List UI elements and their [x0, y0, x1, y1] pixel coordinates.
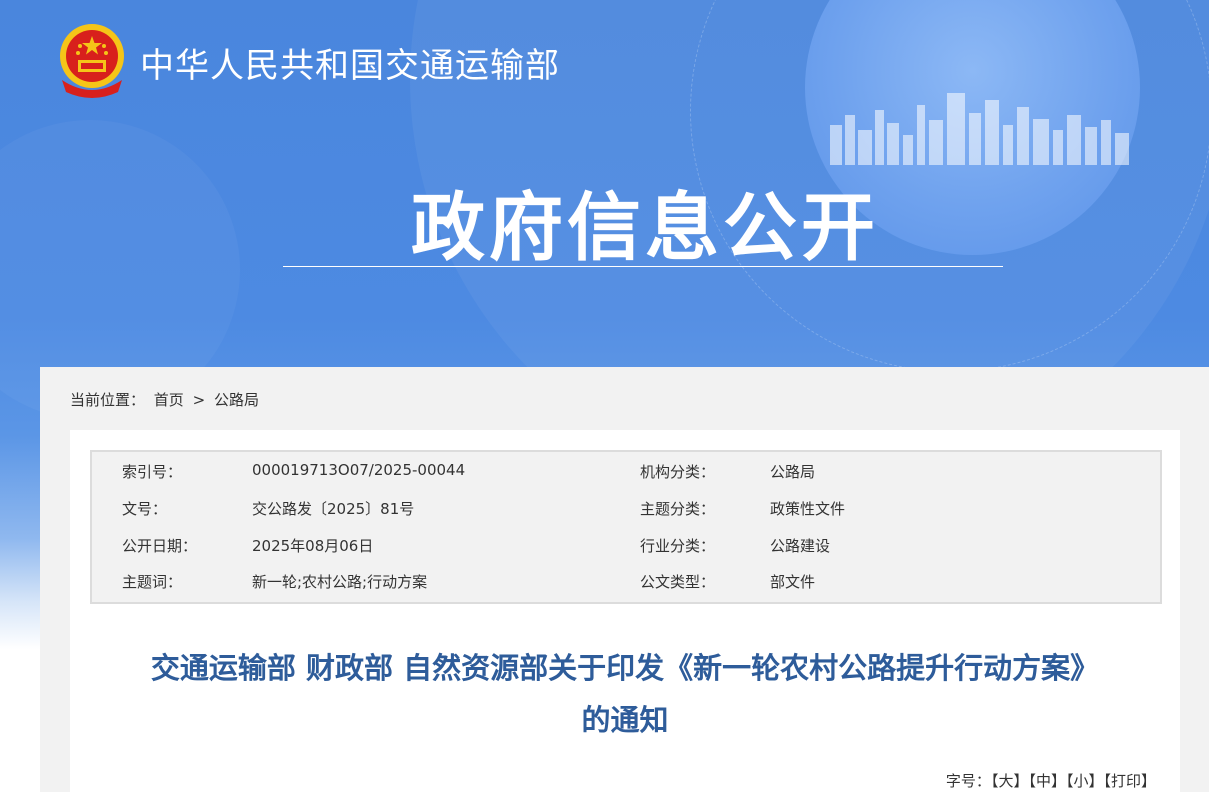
meta-label: 主题分类：	[640, 500, 716, 518]
meta-value: 政策性文件	[770, 500, 846, 518]
breadcrumb-current-link[interactable]: 公路局	[214, 391, 259, 409]
document-metadata-table: 索引号： 000019713O07/2025-00044 机构分类： 公路局 文…	[90, 450, 1162, 604]
document-title-line: 交通运输部 财政部 自然资源部关于印发《新一轮农村公路提升行动方案》	[150, 651, 1100, 685]
main-panel: 当前位置： 首页 > 公路局 索引号： 000019713O07/2025-00…	[40, 367, 1209, 792]
section-title: 政府信息公开	[411, 185, 879, 271]
title-underline	[283, 266, 1003, 267]
meta-label: 机构分类：	[640, 463, 716, 481]
breadcrumb-home-link[interactable]: 首页	[154, 391, 184, 409]
national-emblem-logo	[60, 24, 124, 98]
meta-label: 文号：	[122, 500, 168, 518]
meta-row: 索引号： 000019713O07/2025-00044 机构分类： 公路局	[92, 461, 1160, 491]
meta-label: 索引号：	[122, 463, 183, 481]
meta-value: 部文件	[770, 573, 816, 591]
city-skyline-image	[830, 93, 1129, 165]
meta-value: 公路建设	[770, 537, 831, 555]
meta-row: 文号： 交公路发〔2025〕81号 主题分类： 政策性文件	[92, 498, 1160, 528]
document-title: 交通运输部 财政部 自然资源部关于印发《新一轮农村公路提升行动方案》 的通知	[70, 642, 1180, 746]
meta-label: 公开日期：	[122, 537, 198, 555]
meta-row: 公开日期： 2025年08月06日 行业分类： 公路建设	[92, 535, 1160, 565]
meta-value: 交公路发〔2025〕81号	[252, 500, 415, 518]
print-button[interactable]: 【打印】	[1103, 772, 1156, 790]
font-small-button[interactable]: 【小】	[1066, 772, 1104, 790]
document-title-line: 的通知	[581, 703, 669, 737]
font-size-label: 字号：	[945, 772, 991, 790]
breadcrumb-prefix: 当前位置：	[70, 391, 146, 409]
meta-value: 公路局	[770, 463, 816, 481]
meta-value: 000019713O07/2025-00044	[252, 461, 466, 479]
breadcrumb: 当前位置： 首页 > 公路局	[70, 389, 263, 410]
meta-value: 2025年08月06日	[252, 537, 374, 555]
ministry-name: 中华人民共和国交通运输部	[140, 46, 560, 86]
meta-value: 新一轮;农村公路;行动方案	[252, 573, 428, 591]
breadcrumb-separator: >	[192, 391, 206, 409]
meta-label: 行业分类：	[640, 537, 716, 555]
font-size-controls: 字号：【大】【中】【小】【打印】	[946, 770, 1156, 791]
meta-label: 公文类型：	[640, 573, 716, 591]
meta-label: 主题词：	[122, 573, 183, 591]
font-medium-button[interactable]: 【中】	[1028, 772, 1066, 790]
font-large-button[interactable]: 【大】	[991, 772, 1029, 790]
meta-row: 主题词： 新一轮;农村公路;行动方案 公文类型： 部文件	[92, 571, 1160, 601]
content-card: 索引号： 000019713O07/2025-00044 机构分类： 公路局 文…	[70, 430, 1180, 792]
